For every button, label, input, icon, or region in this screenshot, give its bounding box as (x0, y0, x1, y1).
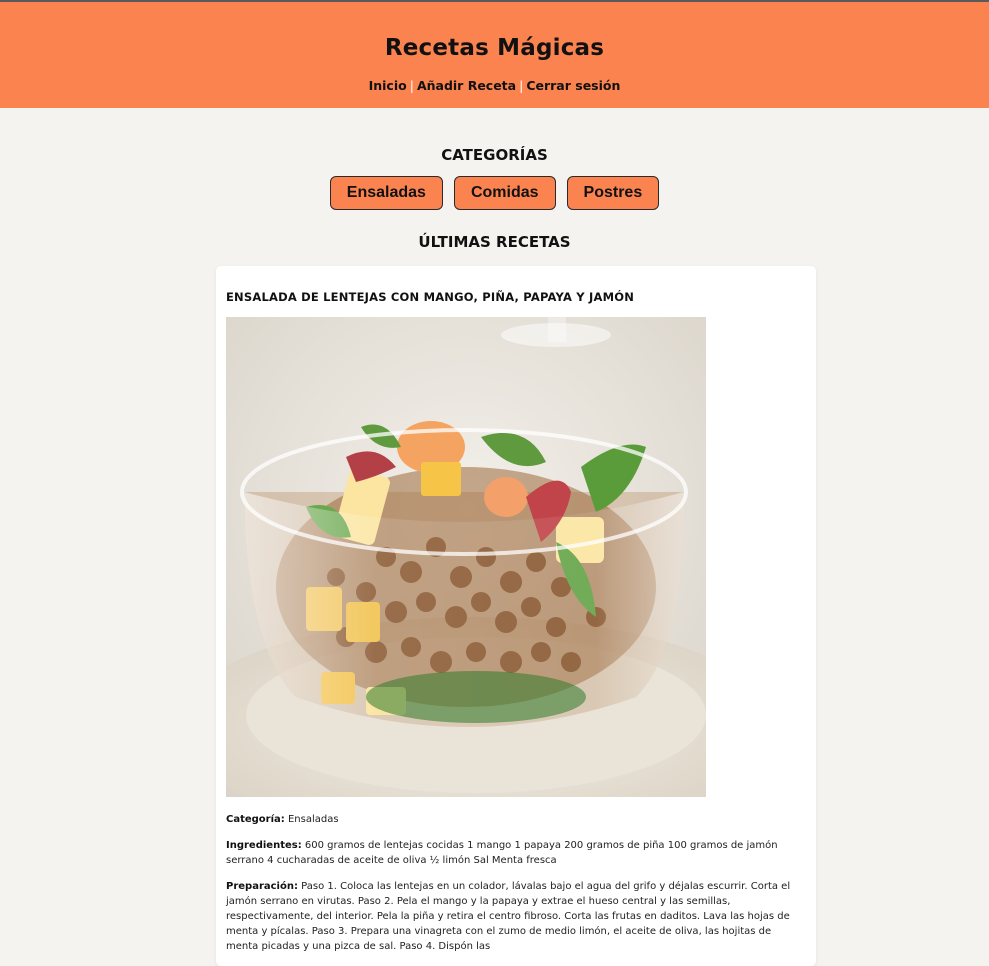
nav-separator: | (409, 78, 414, 93)
preparation-value: Paso 1. Coloca las lentejas en un colado… (226, 881, 791, 952)
recipe-preparation: Preparación: Paso 1. Coloca las lentejas… (226, 879, 806, 954)
recipe-photo (226, 317, 706, 797)
category-label: Categoría: (226, 814, 285, 825)
recipe-ingredients: Ingredientes: 600 gramos de lentejas coc… (226, 838, 806, 868)
nav-link-logout[interactable]: Cerrar sesión (526, 78, 620, 93)
ingredients-label: Ingredientes: (226, 840, 302, 851)
category-value: Ensaladas (287, 814, 339, 825)
ingredients-value: 600 gramos de lentejas cocidas 1 mango 1… (226, 840, 778, 866)
main-nav: Inicio | Añadir Receta | Cerrar sesión (0, 78, 989, 93)
recipe-card: ENSALADA DE LENTEJAS CON MANGO, PIÑA, PA… (216, 266, 816, 966)
site-title: Recetas Mágicas (384, 35, 605, 61)
category-buttons: Ensaladas Comidas Postres (0, 176, 989, 210)
categories-heading: CATEGORÍAS (441, 146, 548, 164)
preparation-label: Preparación: (226, 881, 298, 892)
category-button-salads[interactable]: Ensaladas (329, 176, 443, 210)
nav-link-add-recipe[interactable]: Añadir Receta (417, 78, 516, 93)
recipe-title: ENSALADA DE LENTEJAS CON MANGO, PIÑA, PA… (226, 290, 635, 304)
nav-link-home[interactable]: Inicio (369, 78, 407, 93)
category-button-desserts[interactable]: Postres (566, 176, 660, 210)
nav-separator: | (519, 78, 524, 93)
site-header: Recetas Mágicas Inicio | Añadir Receta | Cer… (0, 2, 989, 108)
category-button-meals[interactable]: Comidas (453, 176, 556, 210)
recipe-category: Categoría: Ensaladas (226, 812, 806, 827)
latest-recipes-heading: ÚLTIMAS RECETAS (418, 233, 571, 251)
